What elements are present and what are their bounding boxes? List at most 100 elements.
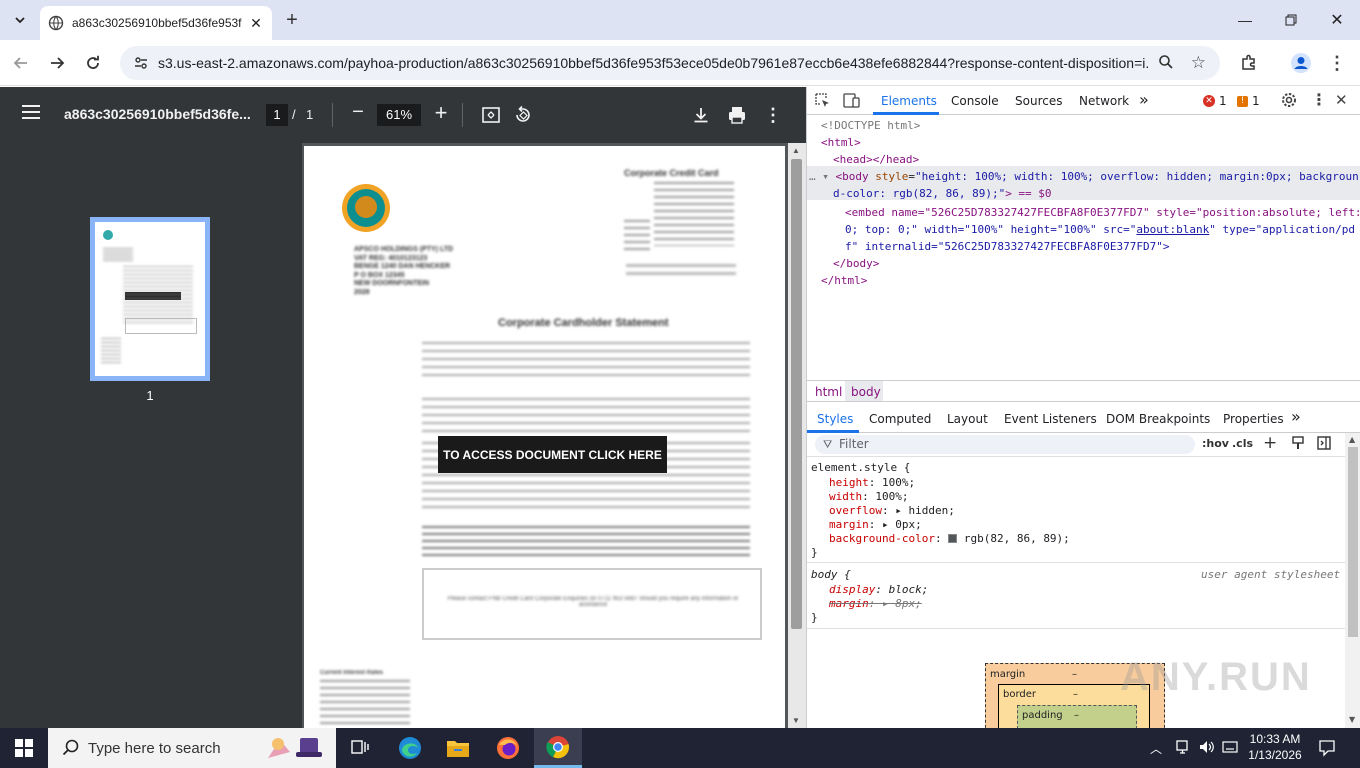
zoom-out-button[interactable]: − [350, 101, 366, 129]
tab-console[interactable]: Console [951, 94, 999, 108]
styles-scrollbar[interactable]: ▲ ▼ [1345, 433, 1360, 728]
back-button[interactable] [8, 50, 34, 76]
inspect-element-icon[interactable] [815, 93, 831, 113]
color-palette-icon[interactable] [1291, 436, 1305, 454]
close-window-button[interactable]: ✕ [1314, 4, 1360, 36]
taskbar-firefox[interactable] [484, 728, 532, 768]
rotate-icon[interactable] [512, 104, 534, 126]
subtab-styles[interactable]: Styles [817, 412, 853, 426]
reload-button[interactable] [80, 50, 106, 76]
taskbar-edge[interactable] [386, 728, 434, 768]
forward-button[interactable] [44, 50, 70, 76]
crumb-html[interactable]: html [815, 385, 842, 399]
dom-ellipsis-icon[interactable]: … ▾ [809, 170, 836, 183]
subtab-layout[interactable]: Layout [947, 412, 988, 426]
box-model-border-value[interactable]: – [1073, 688, 1078, 702]
zoom-in-button[interactable]: + [432, 100, 450, 128]
download-icon[interactable] [690, 104, 712, 126]
access-document-button[interactable]: TO ACCESS DOCUMENT CLICK HERE [438, 436, 667, 473]
style-prop-row[interactable]: margin: ▸ 0px; [829, 518, 922, 532]
dom-html-close[interactable]: </html> [821, 272, 867, 289]
tab-close-icon[interactable]: ✕ [248, 15, 264, 31]
start-button[interactable] [0, 728, 48, 768]
subtab-properties[interactable]: Properties [1223, 412, 1284, 426]
more-subtabs-icon[interactable]: » [1291, 407, 1301, 426]
dom-doctype[interactable]: <!DOCTYPE html> [821, 117, 920, 134]
tab-elements[interactable]: Elements [881, 94, 937, 108]
address-bar[interactable]: s3.us-east-2.amazonaws.com/payhoa-produc… [120, 46, 1220, 80]
subtab-dom-breakpoints[interactable]: DOM Breakpoints [1106, 412, 1210, 426]
extensions-button[interactable] [1236, 50, 1262, 76]
print-icon[interactable] [726, 104, 748, 126]
tray-chevron-icon[interactable]: ︿ [1150, 740, 1162, 757]
dom-head[interactable]: <head></head> [833, 151, 919, 168]
scroll-down-icon[interactable]: ▼ [1349, 715, 1355, 724]
about-blank-link[interactable]: about:blank [1136, 223, 1209, 236]
page-number-input[interactable]: 1 [266, 104, 288, 126]
volume-icon[interactable] [1198, 739, 1216, 758]
error-badge[interactable]: ✕ 1 [1203, 94, 1227, 108]
style-prop-row[interactable]: overflow: ▸ hidden; [829, 504, 955, 518]
keyboard-icon[interactable] [1222, 739, 1238, 758]
taskbar-search-input[interactable]: Type here to search [48, 728, 336, 768]
new-tab-button[interactable]: + [282, 8, 302, 32]
profile-button[interactable] [1288, 50, 1314, 76]
pdf-scrollbar[interactable]: ▲ ▼ [788, 143, 806, 728]
dom-embed-cont[interactable]: 0; top: 0;" width="100%" height="100%" s… [845, 221, 1355, 238]
taskbar-clock[interactable]: 10:33 AM 1/13/2026 [1242, 731, 1308, 763]
network-icon[interactable] [1176, 739, 1190, 758]
scroll-down-icon[interactable]: ▼ [792, 716, 800, 725]
close-devtools-icon[interactable]: ✕ [1335, 91, 1348, 109]
device-toolbar-icon[interactable] [843, 93, 861, 113]
dom-body-open[interactable]: … ▾ <body style="height: 100%; width: 10… [809, 168, 1359, 185]
browser-tab-active[interactable]: a863c30256910bbef5d36fe953f ✕ [40, 6, 272, 40]
scroll-up-icon[interactable]: ▲ [1349, 435, 1355, 444]
notification-icon[interactable] [1318, 739, 1336, 760]
taskbar-file-explorer[interactable] [434, 728, 482, 768]
site-info-icon[interactable] [132, 54, 150, 72]
pdf-more-icon[interactable]: ⋮ [762, 104, 784, 126]
tab-sources[interactable]: Sources [1015, 94, 1062, 108]
zoom-icon[interactable] [1158, 54, 1174, 73]
style-prop-row[interactable]: width: 100%; [829, 490, 909, 504]
fit-page-icon[interactable] [480, 104, 502, 126]
zoom-level-input[interactable]: 61% [377, 104, 421, 126]
dom-body-close[interactable]: </body> [833, 255, 879, 272]
box-model-padding-value[interactable]: – [1074, 709, 1079, 723]
dom-embed-cont2[interactable]: f" internalid="526C25D783327427FECBFA8F0… [845, 238, 1170, 255]
scrollbar-thumb[interactable] [791, 159, 802, 629]
subtab-computed[interactable]: Computed [869, 412, 931, 426]
expand-triangle-icon[interactable]: ▸ [882, 518, 889, 531]
task-view-button[interactable] [336, 728, 384, 768]
cls-toggle[interactable]: .cls [1232, 437, 1253, 450]
expand-triangle-icon[interactable]: ▸ [895, 504, 902, 517]
taskbar-chrome[interactable] [534, 728, 582, 768]
dom-embed[interactable]: <embed name="526C25D783327427FECBFA8F0E3… [845, 204, 1360, 221]
scrollbar-thumb[interactable] [1348, 447, 1358, 637]
toggle-sidebar-icon[interactable] [1317, 436, 1331, 454]
box-model-margin-value[interactable]: – [1072, 668, 1077, 682]
color-swatch-icon[interactable] [948, 534, 958, 543]
scroll-up-icon[interactable]: ▲ [792, 146, 800, 155]
tab-network[interactable]: Network [1079, 94, 1129, 108]
hamburger-menu-icon[interactable] [22, 105, 40, 125]
settings-gear-icon[interactable] [1281, 92, 1297, 112]
more-tabs-icon[interactable]: » [1139, 90, 1149, 109]
tab-search-button[interactable] [8, 8, 32, 32]
browser-menu-button[interactable]: ⋮ [1324, 50, 1350, 76]
dom-html-open[interactable]: <html> [821, 134, 861, 151]
minimize-button[interactable]: — [1222, 4, 1268, 36]
filter-input[interactable]: ⛛ Filter [815, 435, 1195, 454]
devtools-menu-icon[interactable]: ⋮ [1311, 90, 1327, 109]
hov-toggle[interactable]: :hov [1202, 437, 1229, 450]
style-prop-row[interactable]: height: 100%; [829, 476, 915, 490]
crumb-body[interactable]: body [851, 385, 881, 399]
bookmark-star-icon[interactable]: ☆ [1191, 53, 1206, 73]
subtab-event-listeners[interactable]: Event Listeners [1004, 412, 1097, 426]
new-rule-icon[interactable]: + [1263, 433, 1277, 453]
style-prop-row[interactable]: background-color: rgb(82, 86, 89); [829, 532, 1070, 546]
page-thumbnail[interactable] [90, 217, 210, 381]
dom-body-open-cont[interactable]: d-color: rgb(82, 86, 89);"> == $0 [833, 185, 1052, 202]
restore-button[interactable] [1268, 4, 1314, 36]
warning-badge[interactable]: ! 1 [1237, 94, 1260, 108]
